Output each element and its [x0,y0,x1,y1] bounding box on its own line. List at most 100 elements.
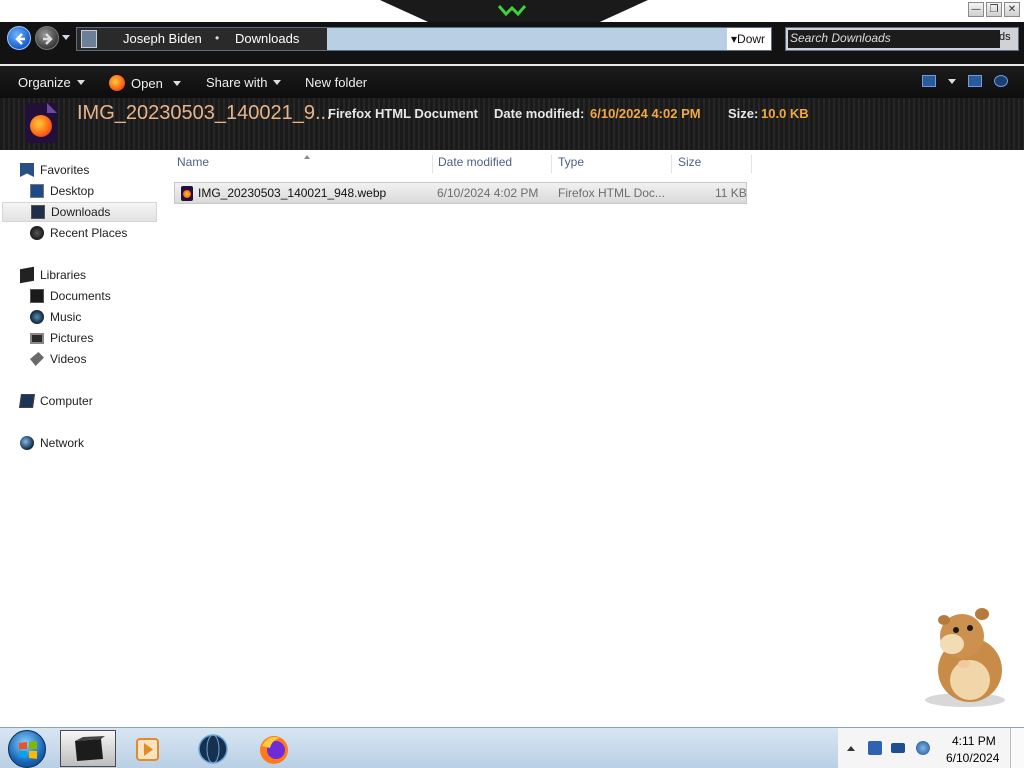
breadcrumb: Joseph Biden • Downloads [77,28,327,50]
new-folder-label: New folder [305,75,368,90]
details-pane: IMG_20230503_140021_9... Firefox HTML Do… [0,98,1024,150]
column-header-name[interactable]: Name [173,155,433,173]
sidebar-item-documents[interactable]: Documents [30,286,111,306]
sidebar-item-label: Pictures [50,331,94,345]
minimize-button[interactable]: — [968,2,984,17]
taskbar-explorer-button[interactable] [60,730,116,767]
title-bar: — ❐ ✕ [0,0,1024,22]
date-modified-value: 6/10/2024 4:02 PM [590,106,701,121]
command-bar: Organize Open Share with New folder [0,64,1024,98]
open-button[interactable]: Open [109,75,181,91]
videos-icon [30,352,44,366]
chevron-down-icon[interactable] [172,80,181,86]
change-view-icon[interactable] [922,75,936,87]
clock-date[interactable]: 6/10/2024 [946,751,999,765]
start-button[interactable] [8,730,46,768]
back-button[interactable] [7,26,31,50]
windows-logo-icon [19,741,37,759]
sidebar-item-libraries[interactable]: Libraries [20,265,86,285]
sidebar-item-label: Network [40,436,85,450]
sidebar-item-label: Recent Places [50,226,128,240]
organize-button[interactable]: Organize [18,75,85,90]
forward-button[interactable] [35,26,59,50]
column-header-size[interactable]: Size [674,155,752,173]
restore-button[interactable]: ❐ [986,2,1002,17]
tray-app-icon[interactable] [868,741,882,755]
sidebar-item-computer[interactable]: Computer [19,391,93,411]
column-header-label: Name [177,155,210,169]
sidebar-item-recent-places[interactable]: Recent Places [30,223,127,243]
desktop-icon [30,184,44,198]
sidebar-item-pictures[interactable]: Pictures [30,328,93,348]
sidebar-item-music[interactable]: Music [30,307,81,327]
column-header-label: Date modified [438,155,513,169]
firefox-icon [109,75,125,91]
sort-ascending-icon [304,155,310,159]
volume-icon[interactable] [916,741,930,755]
close-button[interactable]: ✕ [1004,2,1020,17]
chevron-down-icon [273,80,282,85]
preview-pane-icon[interactable] [968,75,982,87]
search-input[interactable]: Search Downloads [790,31,891,45]
recent-pages-dropdown[interactable] [62,35,70,40]
sidebar-item-desktop[interactable]: Desktop [30,181,94,201]
sidebar-item-network[interactable]: Network [20,433,84,453]
file-type-cell: Firefox HTML Doc... [558,186,665,200]
breadcrumb-downloads[interactable]: Downloads [235,31,299,46]
sidebar-item-label: Computer [40,394,93,408]
taskbar-globe-app-button[interactable] [185,730,241,767]
size-value: 10.0 KB [761,106,809,121]
new-folder-button[interactable]: New folder [305,75,367,90]
computer-icon [19,394,35,408]
sidebar-item-favorites[interactable]: Favorites [20,160,89,180]
help-icon[interactable] [994,75,1008,87]
sidebar-item-label: Documents [50,289,111,303]
system-tray: 4:11 PM 6/10/2024 [838,728,1024,768]
show-desktop-button[interactable] [1010,728,1024,768]
column-header-label: Size [678,155,702,169]
network-icon [20,436,34,450]
column-header-type[interactable]: Type [554,155,672,173]
table-row[interactable]: IMG_20230503_140021_948.webp 6/10/2024 4… [174,182,747,204]
date-modified-label: Date modified: [494,106,585,121]
sidebar-item-label: Desktop [50,184,95,198]
arrow-right-icon [43,33,53,45]
selected-file-type: Firefox HTML Document [328,106,478,121]
sidebar-item-label: Downloads [51,205,111,219]
address-bar[interactable]: Joseph Biden • Downloads ▾Dowr [76,27,772,51]
breadcrumb-user[interactable]: Joseph Biden [123,31,202,46]
breadcrumb-separator[interactable]: • [215,31,219,45]
libraries-icon [20,266,34,284]
sidebar-item-downloads[interactable]: Downloads [2,202,157,222]
firefox-document-icon [181,186,193,201]
clock-time[interactable]: 4:11 PM [952,734,996,748]
file-list: Name Date modified Type Size IMG_2023050… [165,150,1024,727]
navigation-pane: Favorites Desktop Downloads Recent Place… [0,150,165,727]
pictures-icon [30,332,44,344]
recent-places-icon [30,226,44,240]
search-box[interactable]: Search Downloads ds [785,27,1019,51]
selected-file-name: IMG_20230503_140021_9... [77,102,332,124]
theme-logo-icon [497,5,527,16]
chevron-down-icon[interactable] [948,78,956,84]
chevron-down-icon [76,80,85,85]
taskbar-firefox-button[interactable] [246,730,302,767]
sidebar-item-videos[interactable]: Videos [30,349,86,369]
sidebar-item-label: Libraries [40,268,87,282]
column-header-label: Type [558,155,585,169]
search-tail-text: ds [999,31,1011,43]
sidebar-item-label: Music [50,310,82,324]
column-header-date-modified[interactable]: Date modified [434,155,552,173]
share-with-button[interactable]: Share with [206,75,282,90]
taskbar-media-player-button[interactable] [120,730,176,767]
sidebar-item-label: Videos [50,352,87,366]
file-size-cell: 11 KB [715,186,747,200]
address-overflow-text: ▾Dowr [727,28,771,50]
media-player-icon [136,738,159,761]
sidebar-item-label: Favorites [40,163,90,177]
network-status-icon[interactable] [891,743,905,753]
taskbar: 4:11 PM 6/10/2024 [0,727,1024,768]
explorer-icon [75,736,105,761]
show-hidden-icons-icon[interactable] [847,746,855,751]
share-with-label: Share with [206,75,268,90]
